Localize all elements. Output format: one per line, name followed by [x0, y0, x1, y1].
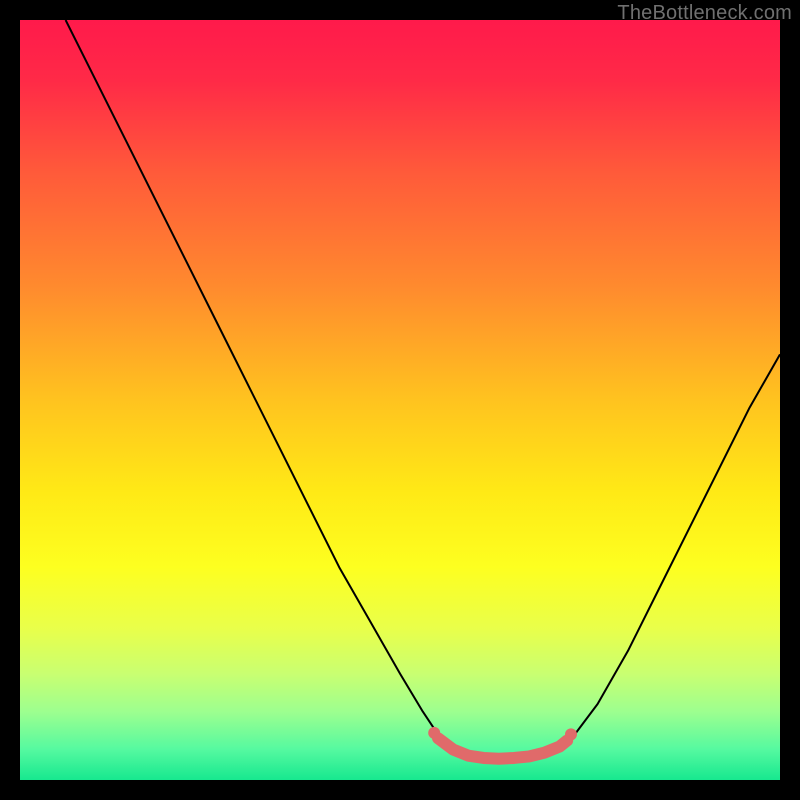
- chart-background: [20, 20, 780, 780]
- chart-stage: TheBottleneck.com: [0, 0, 800, 800]
- bottleneck-chart: [20, 20, 780, 780]
- marker-valley-dot-right: [565, 728, 577, 740]
- marker-valley-dot-left: [428, 727, 440, 739]
